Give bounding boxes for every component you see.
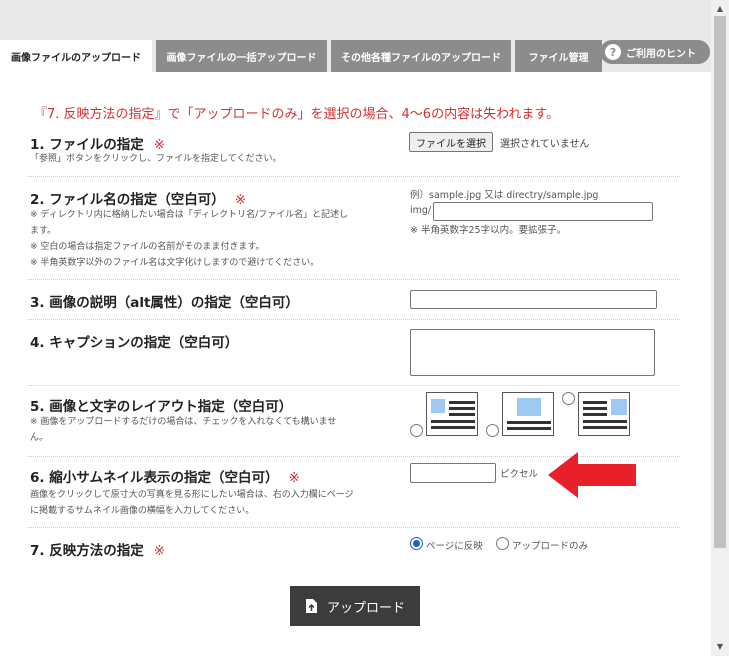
filename-note: ※ 半角英数字25字以内。要拡張子。 bbox=[410, 225, 567, 236]
alt-text-input[interactable] bbox=[410, 290, 657, 309]
layout-section-title: 5. 画像と文字のレイアウト指定（空白可） bbox=[30, 399, 293, 415]
layout-option-3-radio[interactable] bbox=[562, 392, 575, 405]
caption-section-title: 4. キャプションの指定（空白可） bbox=[30, 335, 239, 351]
file-section-desc: 「参照」ボタンをクリックし、ファイルを指定してください。 bbox=[30, 154, 282, 164]
pixel-unit-label: ピクセル bbox=[500, 469, 539, 480]
layout-option-2-radio[interactable] bbox=[486, 424, 499, 437]
tab-other-file-upload[interactable]: その他各種ファイルのアップロード bbox=[331, 40, 511, 72]
thumbnail-section-title-text: 6. 縮小サムネイル表示の指定（空白可） bbox=[30, 470, 279, 486]
layout-desc-line2: ん。 bbox=[30, 433, 49, 443]
layout-image-top-icon[interactable] bbox=[502, 392, 554, 436]
tab-bulk-image-upload[interactable]: 画像ファイルの一括アップロード bbox=[156, 40, 327, 72]
filename-section-title-text: 2. ファイル名の指定（空白可） bbox=[30, 192, 225, 208]
caption-textarea[interactable] bbox=[410, 329, 655, 376]
divider bbox=[28, 385, 680, 386]
filename-section-desc: ※ ディレクトリ内に格納したい場合は「ディレクトリ名/ファイル名」と記述し ます… bbox=[30, 207, 400, 271]
filename-desc-line2: ます。 bbox=[30, 226, 57, 236]
choose-file-button[interactable]: ファイルを選択 bbox=[409, 132, 493, 152]
upload-file-icon bbox=[305, 599, 317, 613]
alt-section-title: 3. 画像の説明（alt属性）の指定（空白可） bbox=[30, 295, 299, 311]
scrollbar-thumb[interactable] bbox=[714, 16, 726, 548]
reflect-page-radio[interactable] bbox=[410, 537, 423, 550]
filename-desc-line1: ※ ディレクトリ内に格納したい場合は「ディレクトリ名/ファイル名」と記述し bbox=[30, 210, 349, 220]
layout-image-left-icon[interactable] bbox=[426, 392, 478, 436]
filename-desc-line4: ※ 半角英数字以外のファイル名は文字化けしますので避けてください。 bbox=[30, 258, 320, 268]
file-section-title: 1. ファイルの指定 ※ bbox=[30, 133, 165, 153]
usage-hint-button[interactable]: ? ご利用のヒント bbox=[600, 40, 710, 64]
filename-prefix: img/ bbox=[410, 205, 432, 216]
upload-button-label: アップロード bbox=[326, 600, 405, 616]
filename-example: 例）sample.jpg 又は directry/sample.jpg bbox=[410, 190, 599, 201]
divider bbox=[28, 176, 680, 177]
thumbnail-desc-line2: に掲載するサムネイル画像の横幅を入力してください。 bbox=[30, 506, 255, 516]
thumbnail-width-input[interactable] bbox=[410, 463, 496, 483]
upload-only-label: アップロードのみ bbox=[512, 541, 589, 552]
scroll-down-icon[interactable]: ▼ bbox=[711, 640, 729, 654]
required-mark: ※ bbox=[153, 543, 166, 559]
filename-input[interactable] bbox=[433, 202, 653, 221]
layout-option-1-radio[interactable] bbox=[410, 424, 423, 437]
upload-only-radio[interactable] bbox=[496, 537, 509, 550]
divider bbox=[28, 319, 680, 320]
reflect-page-label: ページに反映 bbox=[426, 541, 483, 552]
divider bbox=[28, 527, 680, 528]
layout-section-desc: ※ 画像をアップロードするだけの場合は、チェックを入れなくても構いませ ん。 bbox=[30, 414, 395, 446]
thumbnail-desc-line1: 画像をクリックして原寸大の写真を見る形にしたい場合は、右の入力欄にページ bbox=[30, 490, 354, 500]
filename-section-title: 2. ファイル名の指定（空白可） ※ bbox=[30, 188, 246, 208]
layout-image-right-icon[interactable] bbox=[578, 392, 630, 436]
tab-bar: 画像ファイルのアップロード 画像ファイルの一括アップロード その他各種ファイルの… bbox=[0, 40, 606, 72]
tab-image-upload[interactable]: 画像ファイルのアップロード bbox=[0, 40, 152, 72]
upload-button[interactable]: アップロード bbox=[290, 586, 420, 626]
reflect-section-title: 7. 反映方法の指定 ※ bbox=[30, 539, 165, 559]
thumbnail-section-desc: 画像をクリックして原寸大の写真を見る形にしたい場合は、右の入力欄にページ に掲載… bbox=[30, 487, 400, 519]
required-mark: ※ bbox=[288, 470, 300, 486]
reflect-section-title-text: 7. 反映方法の指定 bbox=[30, 543, 144, 559]
tab-file-manager[interactable]: ファイル管理 bbox=[515, 40, 602, 72]
thumbnail-section-title: 6. 縮小サムネイル表示の指定（空白可） ※ bbox=[30, 466, 300, 486]
red-arrow-icon bbox=[548, 452, 636, 498]
question-icon: ? bbox=[605, 44, 621, 60]
usage-hint-label: ご利用のヒント bbox=[626, 48, 696, 60]
scroll-up-icon[interactable]: ▲ bbox=[711, 2, 729, 16]
required-mark: ※ bbox=[234, 192, 247, 208]
vertical-scrollbar[interactable]: ▲ ▼ bbox=[711, 0, 729, 656]
layout-desc-line1: ※ 画像をアップロードするだけの場合は、チェックを入れなくても構いませ bbox=[30, 417, 337, 427]
warning-notice: 『7. 反映方法の指定』で「アップロードのみ」を選択の場合、4〜6の内容は失われ… bbox=[34, 107, 560, 122]
filename-desc-line3: ※ 空白の場合は指定ファイルの名前がそのまま付きます。 bbox=[30, 242, 265, 252]
file-status-text: 選択されていません bbox=[500, 139, 590, 150]
divider bbox=[28, 279, 680, 280]
